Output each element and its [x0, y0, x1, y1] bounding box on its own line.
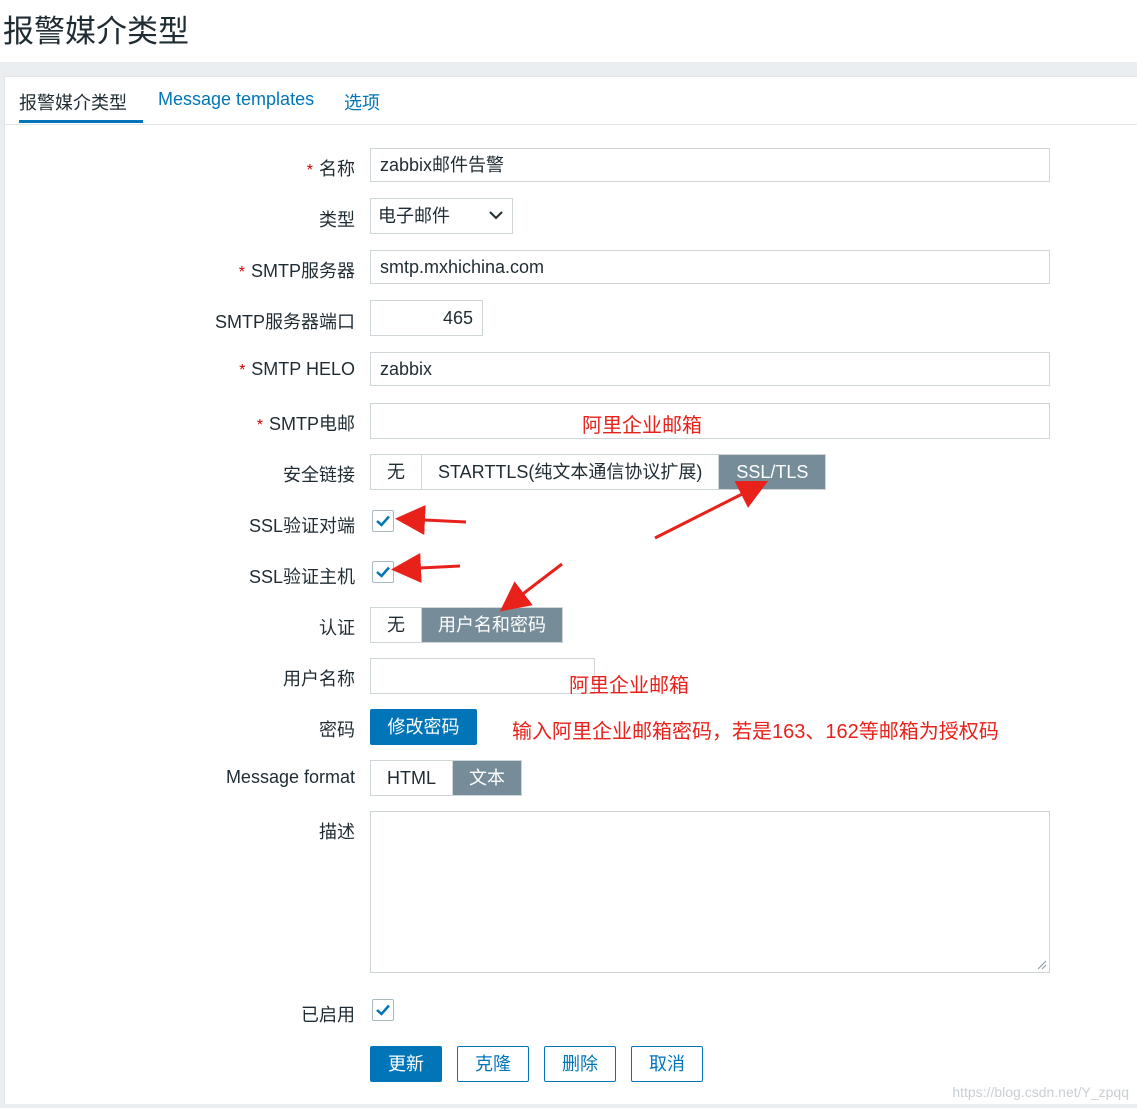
required-marker: * — [256, 417, 263, 434]
security-option-none[interactable]: 无 — [371, 455, 422, 489]
smtp-server-input[interactable]: smtp.mxhichina.com — [370, 250, 1050, 284]
smtp-helo-label: * SMTP HELO — [239, 359, 355, 379]
update-button[interactable]: 更新 — [370, 1046, 442, 1082]
required-marker: * — [306, 162, 313, 179]
name-input[interactable]: zabbix邮件告警 — [370, 148, 1050, 182]
auth-option-username-password[interactable]: 用户名和密码 — [422, 608, 562, 642]
annotation-password-note: 输入阿里企业邮箱密码，若是163、162等邮箱为授权码 — [512, 721, 999, 743]
enabled-checkbox[interactable] — [372, 999, 394, 1021]
auth-segmented: 无 用户名和密码 — [370, 607, 563, 643]
type-select-value: 电子邮件 — [378, 206, 450, 226]
message-format-segmented: HTML 文本 — [370, 760, 522, 796]
format-option-text[interactable]: 文本 — [453, 761, 521, 795]
change-password-button[interactable]: 修改密码 — [370, 709, 477, 745]
type-label: 类型 — [319, 210, 355, 230]
checkmark-icon — [376, 1004, 390, 1016]
auth-label: 认证 — [319, 618, 355, 638]
security-option-starttls[interactable]: STARTTLS(纯文本通信协议扩展) — [422, 455, 720, 489]
password-label: 密码 — [319, 720, 355, 740]
message-format-label: Message format — [225, 767, 355, 787]
annotation-user-note: 阿里企业邮箱 — [569, 675, 689, 697]
ssl-verify-peer-checkbox[interactable] — [372, 510, 394, 532]
chevron-down-icon — [489, 211, 503, 220]
checkmark-icon — [376, 566, 390, 578]
checkmark-icon — [376, 515, 390, 527]
tab-bar: 报警媒介类型 Message templates 选项 — [5, 77, 1137, 125]
delete-button[interactable]: 删除 — [544, 1046, 616, 1082]
page-title: 报警媒介类型 — [3, 14, 189, 49]
smtp-port-label: SMTP服务器端口 — [214, 312, 355, 332]
smtp-email-input[interactable] — [370, 403, 1050, 439]
auth-option-none[interactable]: 无 — [371, 608, 422, 642]
name-label: * 名称 — [306, 159, 355, 179]
tab-media-type[interactable]: 报警媒介类型 — [19, 89, 143, 123]
enabled-label: 已启用 — [301, 1005, 355, 1025]
security-option-ssl-tls[interactable]: SSL/TLS — [719, 455, 826, 489]
tab-message-templates[interactable]: Message templates — [158, 89, 314, 123]
smtp-helo-input[interactable]: zabbix — [370, 352, 1050, 386]
security-segmented: 无 STARTTLS(纯文本通信协议扩展) SSL/TLS — [370, 454, 827, 490]
page-header: 报警媒介类型 — [0, 0, 1137, 62]
smtp-port-input[interactable]: 465 — [370, 300, 483, 336]
resize-handle-icon[interactable] — [1037, 960, 1047, 970]
description-label: 描述 — [319, 822, 355, 842]
ssl-verify-host-checkbox[interactable] — [372, 561, 394, 583]
ssl-verify-host-label: SSL验证主机 — [248, 567, 355, 587]
description-textarea[interactable] — [370, 811, 1050, 973]
watermark: https://blog.csdn.net/Y_zpqq — [952, 1084, 1129, 1100]
form-panel: 报警媒介类型 Message templates 选项 * 名称 zabbix邮件… — [4, 76, 1137, 1104]
ssl-verify-peer-label: SSL验证对端 — [248, 516, 355, 536]
username-label: 用户名称 — [283, 669, 355, 689]
tab-options[interactable]: 选项 — [344, 89, 380, 123]
username-input[interactable] — [370, 658, 595, 694]
format-option-html[interactable]: HTML — [371, 761, 453, 795]
security-label: 安全链接 — [283, 465, 355, 485]
smtp-server-label: * SMTP服务器 — [238, 261, 355, 281]
type-select[interactable]: 电子邮件 — [370, 198, 513, 234]
cancel-button[interactable]: 取消 — [631, 1046, 703, 1082]
clone-button[interactable]: 克隆 — [457, 1046, 529, 1082]
smtp-email-label: * SMTP电邮 — [256, 414, 355, 434]
annotation-email-note: 阿里企业邮箱 — [582, 415, 702, 437]
required-marker: * — [239, 362, 246, 379]
required-marker: * — [238, 264, 245, 281]
